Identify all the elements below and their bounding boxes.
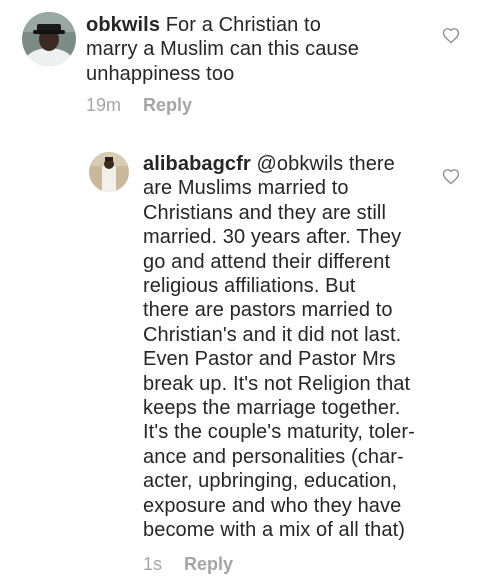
comment-body-line: ance and personalities (char- [143, 445, 404, 468]
heart-outline-icon[interactable] [442, 27, 460, 49]
comment-body-line: Even Pastor and Pastor Mrs [143, 348, 396, 371]
comment-body-line: For a Christian to [165, 14, 321, 36]
avatar[interactable] [89, 152, 129, 192]
heart-outline-icon[interactable] [442, 168, 460, 190]
comment-body-line: It's the couple's maturity, toler- [143, 421, 415, 444]
comment-body-line: religious affiliations. But [143, 275, 356, 298]
comment-meta: 19m Reply [86, 95, 192, 116]
comment-body-line: are Muslims married to [143, 177, 349, 200]
comment-text: alibabagcfr @obkwils there are Muslims m… [143, 152, 443, 543]
comment-body-line: Christians and they are still [143, 201, 387, 224]
comment-text: obkwils For a Christian to marry a Musli… [86, 13, 446, 86]
comment-body-line: there are pastors married to [143, 299, 393, 322]
avatar[interactable] [22, 12, 76, 66]
comment-body-line: @obkwils there [256, 153, 395, 175]
comment-meta: 1s Reply [143, 554, 233, 575]
comment-body-line: married. 30 years after. They [143, 226, 402, 249]
reply-button[interactable]: Reply [184, 554, 233, 574]
reply-button[interactable]: Reply [143, 95, 192, 115]
comment-body-line: marry a Muslim can this cause [86, 38, 359, 61]
comment-body-line: Christian's and it did not last. [143, 323, 402, 346]
comment-timestamp: 19m [86, 95, 122, 115]
comment-timestamp: 1s [143, 554, 163, 574]
comment-username[interactable]: obkwils [86, 14, 160, 36]
comment-body-line: exposure and who they have [143, 494, 402, 517]
comment-body-line: go and attend their different [143, 250, 391, 273]
comment-body-line: break up. It's not Religion that [143, 372, 411, 395]
comment-body-line: acter, upbringing, education, [143, 470, 398, 493]
comment-username[interactable]: alibabagcfr [143, 153, 251, 175]
comment-body-line: become with a mix of all that) [143, 519, 405, 542]
comment-body-line: keeps the marriage together. [143, 397, 401, 420]
comment-body-line: unhappiness too [86, 62, 235, 85]
